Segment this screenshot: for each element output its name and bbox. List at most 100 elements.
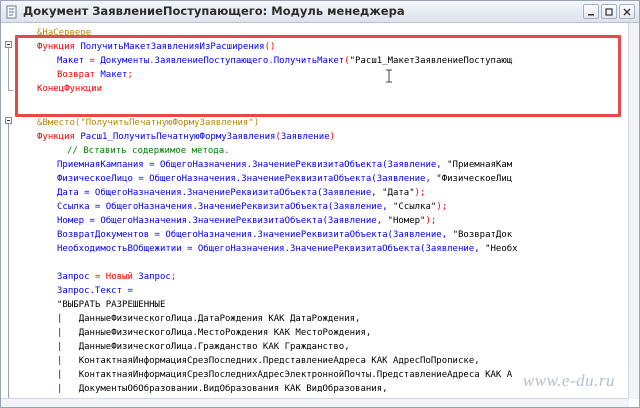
statement-token: ПриемнаяКампания = ОбщегоНазначения.Знач… bbox=[57, 160, 448, 170]
fold-gutter bbox=[1, 23, 21, 399]
string-token: КонтактнаяИнформацияСрезПоследнихАдресЭл… bbox=[78, 370, 513, 380]
string-token: "Необх bbox=[485, 244, 518, 254]
code-line-9: // Вставить содержимое метода. bbox=[67, 144, 230, 158]
continuation-pipe: | bbox=[57, 342, 63, 352]
continuation-pipe: | bbox=[57, 370, 63, 380]
code-line-11: ФизическоеЛицо = ОбщегоНазначения.Значен… bbox=[57, 172, 512, 186]
string-token: "Ссылка" bbox=[392, 202, 437, 212]
code-line-24: | КонтактнаяИнформацияСрезПоследних.Пред… bbox=[57, 354, 480, 368]
string-token: "Дата" bbox=[382, 188, 415, 198]
text-cursor-icon bbox=[386, 69, 392, 83]
code-line-22: | ДанныеФизическогоЛица.МестоРождения КА… bbox=[57, 326, 371, 340]
identifier-token: Документы bbox=[94, 56, 150, 66]
keyword-token: КонецФункции bbox=[37, 84, 103, 94]
code-line-13: Ссылка = ОбщегоНазначения.ЗначениеРеквиз… bbox=[57, 200, 447, 214]
code-line-8: Функция Расш1_ПолучитьПечатнуюФормуЗаявл… bbox=[37, 130, 335, 144]
horizontal-scrollbar[interactable] bbox=[1, 398, 629, 407]
code-line-18: Запрос = Новый Запрос; bbox=[57, 270, 176, 284]
keyword-token: Функция bbox=[37, 42, 75, 52]
identifier-token: Запрос bbox=[57, 272, 95, 282]
code-line-19: Запрос.Текст = bbox=[57, 284, 133, 298]
statement-token: Номер = ОбщегоНазначения.ЗначениеРеквизи… bbox=[57, 216, 388, 226]
string-token: "Расш1_МакетЗаявлениеПоступающ bbox=[349, 56, 513, 66]
code-line-1: &НаСервере bbox=[37, 26, 91, 40]
maximize-icon bbox=[605, 7, 613, 16]
function-name-token: Расш1_ПолучитьПечатнуюФормуЗаявления bbox=[74, 132, 276, 142]
fold-toggle-function-2[interactable] bbox=[5, 117, 12, 124]
identifier-token: ЗаявлениеПоступающего bbox=[154, 56, 269, 66]
continuation-pipe: | bbox=[57, 328, 63, 338]
statement-token: Ссылка = ОбщегоНазначения.ЗначениеРеквиз… bbox=[57, 202, 393, 212]
fold-guide bbox=[8, 124, 9, 399]
title-bar[interactable]: Документ ЗаявлениеПоступающего: Модуль м… bbox=[1, 1, 639, 23]
code-line-16: НеобходимостьВОбщежитии = ОбщегоНазначен… bbox=[57, 242, 518, 256]
fold-guide bbox=[8, 48, 9, 90]
statement-token: ВозвратДокументов = ОбщегоНазначения.Зна… bbox=[57, 230, 453, 240]
keyword-token: Новый bbox=[100, 272, 133, 282]
comment-token: // Вставить содержимое метода. bbox=[67, 146, 230, 156]
maximize-button[interactable] bbox=[601, 4, 617, 19]
continuation-pipe: | bbox=[57, 356, 63, 366]
punctuation-token: ) bbox=[329, 132, 336, 142]
keyword-token: Функция bbox=[37, 132, 75, 142]
code-line-3: Макет = Документы.ЗаявлениеПоступающего.… bbox=[57, 54, 512, 68]
code-editor[interactable]: &НаСервере Функция ПолучитьМакетЗаявлени… bbox=[1, 23, 629, 399]
window-title: Документ ЗаявлениеПоступающего: Модуль м… bbox=[23, 4, 405, 18]
identifier-token: Макет bbox=[94, 70, 128, 80]
vertical-scrollbar[interactable] bbox=[628, 23, 639, 399]
code-line-23: | ДанныеФизическогоЛица.Гражданство КАК … bbox=[57, 340, 350, 354]
string-token: "ПриемнаяКам bbox=[447, 160, 513, 170]
string-token: КонтактнаяИнформацияСрезПоследних.Предст… bbox=[78, 356, 480, 366]
code-line-26: | ДокументыОбОбразовании.ВидОбразования … bbox=[57, 382, 388, 396]
code-line-21: | ДанныеФизическогоЛица.ДатаРождения КАК… bbox=[57, 312, 360, 326]
string-token: "ВозвратДок bbox=[452, 230, 513, 240]
string-token: ДанныеФизическогоЛица.ДатаРождения КАК Д… bbox=[78, 314, 361, 324]
string-token: "Номер" bbox=[387, 216, 426, 226]
code-line-2: Функция ПолучитьМакетЗаявленияИзРасширен… bbox=[37, 40, 275, 54]
keyword-token: Возврат bbox=[57, 70, 95, 80]
code-line-20: "ВЫБРАТЬ РАЗРЕШЕННЫЕ bbox=[57, 298, 165, 312]
directive-token: &НаСервере bbox=[37, 28, 92, 38]
continuation-pipe: | bbox=[57, 314, 63, 324]
statement-token: ФизическоеЛицо = ОбщегоНазначения.Значен… bbox=[57, 174, 437, 184]
editor-window: Документ ЗаявлениеПоступающего: Модуль м… bbox=[0, 0, 640, 408]
minimize-button[interactable] bbox=[583, 4, 599, 19]
identifier-token: Запрос bbox=[132, 272, 171, 282]
statement-token: Дата = ОбщегоНазначения.ЗначениеРеквизит… bbox=[57, 188, 383, 198]
code-line-12: Дата = ОбщегоНазначения.ЗначениеРеквизит… bbox=[57, 186, 425, 200]
code-line-14: Номер = ОбщегоНазначения.ЗначениеРеквизи… bbox=[57, 214, 436, 228]
fold-toggle-function-1[interactable] bbox=[5, 41, 12, 48]
string-token: ДанныеФизическогоЛица.МестоРождения КАК … bbox=[78, 328, 372, 338]
punctuation-token: () bbox=[264, 42, 276, 52]
document-module-icon bbox=[6, 5, 17, 19]
close-button[interactable] bbox=[619, 4, 635, 19]
identifier-token: ПолучитьМакет bbox=[273, 56, 345, 66]
string-token: "ВЫБРАТЬ РАЗРЕШЕННЫЕ bbox=[57, 300, 166, 310]
statement-token: НеобходимостьВОбщежитии = ОбщегоНазначен… bbox=[57, 244, 486, 254]
function-name-token: ПолучитьМакетЗаявленияИзРасширения bbox=[74, 42, 265, 52]
code-line-15: ВозвратДокументов = ОбщегоНазначения.Зна… bbox=[57, 228, 512, 242]
code-line-7: &Вместо("ПолучитьПечатнуюФормуЗаявления"… bbox=[37, 116, 259, 130]
identifier-token: Заявление bbox=[280, 132, 330, 142]
continuation-pipe: | bbox=[57, 384, 63, 394]
watermark: www.e-du.ru bbox=[522, 371, 615, 390]
punctuation-token: ); bbox=[436, 202, 448, 212]
code-line-10: ПриемнаяКампания = ОбщегоНазначения.Знач… bbox=[57, 158, 512, 172]
fold-end bbox=[8, 90, 13, 91]
string-token: "ФизическоеЛиц bbox=[436, 174, 513, 184]
close-icon bbox=[623, 8, 631, 15]
code-line-5: КонецФункции bbox=[37, 82, 102, 96]
directive-token: &Вместо("ПолучитьПечатнуюФормуЗаявления"… bbox=[37, 118, 260, 128]
string-token: ДокументыОбОбразовании.ВидОбразования КА… bbox=[78, 384, 388, 394]
punctuation-token: ); bbox=[414, 188, 426, 198]
window-controls bbox=[583, 4, 635, 19]
identifier-token: Макет bbox=[57, 56, 90, 66]
punctuation-token: ); bbox=[425, 216, 437, 226]
code-line-25: | КонтактнаяИнформацияСрезПоследнихАдрес… bbox=[57, 368, 512, 382]
punctuation-token: ; bbox=[170, 272, 177, 282]
minimize-icon bbox=[588, 13, 594, 15]
statement-token: Запрос.Текст = bbox=[57, 286, 133, 296]
punctuation-token: ; bbox=[127, 70, 133, 80]
string-token: ДанныеФизическогоЛица.Гражданство КАК Гр… bbox=[78, 342, 350, 352]
code-line-4: Возврат Макет; bbox=[57, 68, 133, 82]
